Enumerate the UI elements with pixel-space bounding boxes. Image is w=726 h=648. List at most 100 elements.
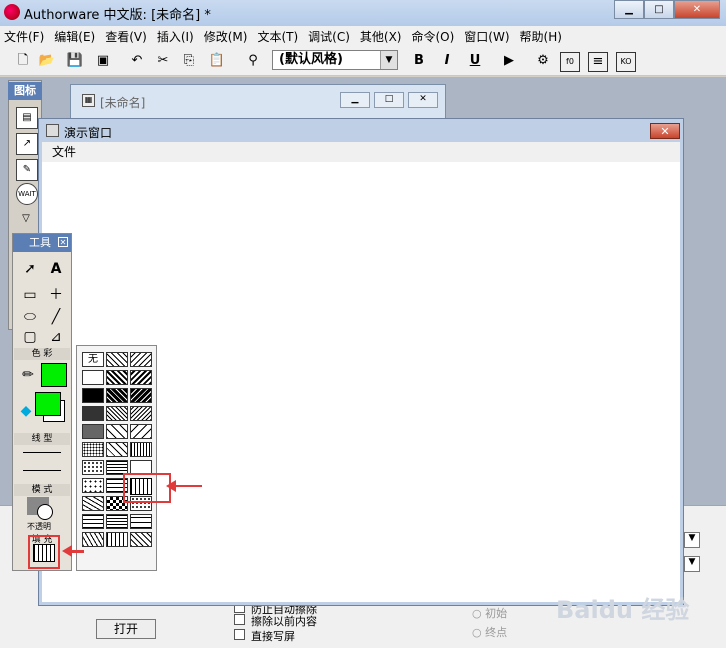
chevron-down-icon[interactable]: ▼	[684, 556, 700, 572]
app-title-bar: Authorware 中文版: [未命名] * ▁ □ ✕	[0, 0, 726, 26]
maximize-button[interactable]: □	[644, 0, 674, 19]
new-file-icon[interactable]: 🗋	[14, 52, 32, 70]
pattern-swatch[interactable]	[82, 388, 104, 403]
pattern-swatch[interactable]	[106, 532, 128, 547]
ellipse-tool-icon[interactable]: ⬭	[19, 306, 41, 328]
close-icon[interactable]: ✕	[58, 237, 68, 247]
pattern-swatch[interactable]	[82, 442, 104, 457]
import-icon[interactable]: ▣	[94, 52, 112, 70]
control-panel-icon[interactable]: ⚙	[534, 52, 552, 70]
checkbox-erase-previous[interactable]: 擦除以前内容	[234, 613, 317, 629]
pattern-palette: 无	[76, 345, 157, 571]
red-arrow-head-2	[62, 545, 72, 557]
pattern-swatch[interactable]	[130, 424, 152, 439]
current-fill-pattern[interactable]	[33, 544, 55, 562]
radio-end[interactable]: ○ 终点	[472, 624, 507, 640]
menu-window[interactable]: 窗口(W)	[464, 28, 509, 45]
menu-help[interactable]: 帮助(H)	[520, 28, 562, 45]
display-icon[interactable]: ▤	[16, 107, 38, 129]
flowline-icon: ▦	[82, 94, 95, 107]
menu-debug[interactable]: 调试(C)	[308, 28, 350, 45]
bold-button[interactable]: B	[410, 52, 428, 70]
menu-command[interactable]: 命令(O)	[411, 28, 454, 45]
authorware-logo-icon	[4, 4, 20, 20]
pattern-swatch[interactable]	[130, 514, 152, 529]
minimize-button[interactable]: ▁	[614, 0, 644, 19]
menu-other[interactable]: 其他(X)	[360, 28, 402, 45]
pattern-swatch[interactable]	[82, 460, 104, 475]
line-style-arrow[interactable]	[23, 470, 61, 471]
pattern-swatch[interactable]	[130, 532, 152, 547]
find-icon[interactable]: ⚲	[244, 52, 262, 70]
pattern-none[interactable]: 无	[82, 352, 104, 367]
open-button[interactable]: 打开	[96, 619, 156, 639]
chevron-down-icon[interactable]: ▼	[380, 51, 397, 69]
knowledge-objects-icon[interactable]: KO	[616, 52, 636, 72]
menu-bar: 文件(F) 编辑(E) 查看(V) 插入(I) 修改(M) 文本(T) 调试(C…	[0, 26, 726, 46]
menu-insert[interactable]: 插入(I)	[157, 28, 194, 45]
line-style-thin[interactable]	[23, 452, 61, 453]
pointer-tool-icon[interactable]: ➚	[19, 258, 41, 280]
pattern-swatch[interactable]	[106, 388, 128, 403]
rectangle-tool-icon[interactable]: ▭	[19, 284, 41, 306]
pattern-swatch[interactable]	[130, 388, 152, 403]
pattern-swatch[interactable]	[130, 406, 152, 421]
menu-text[interactable]: 文本(T)	[257, 28, 298, 45]
line-tool-icon[interactable]: ＋	[45, 284, 67, 306]
erase-icon[interactable]: ✎	[16, 159, 38, 181]
pattern-swatch[interactable]	[106, 514, 128, 529]
undo-icon[interactable]: ↶	[128, 52, 146, 70]
pattern-swatch[interactable]	[82, 514, 104, 529]
menu-edit[interactable]: 编辑(E)	[54, 28, 95, 45]
radio-initial[interactable]: ○ 初始	[472, 605, 507, 621]
chevron-down-icon[interactable]: ▼	[684, 532, 700, 548]
pattern-swatch[interactable]	[82, 370, 104, 385]
tools-panel: ➚ A ▭ ＋ ⬭ ╱ ▢ ⊿ 色 彩 ✏ ◆ 线 型 模 式 不透明 填 充	[12, 233, 72, 571]
line-style-section-label: 线 型	[14, 433, 70, 445]
pattern-swatch[interactable]	[82, 424, 104, 439]
rounded-rectangle-tool-icon[interactable]: ▢	[19, 326, 41, 348]
watermark: Baidu 经验	[556, 596, 690, 624]
stroke-color-swatch[interactable]	[41, 363, 67, 387]
copy-icon[interactable]: ⎘	[180, 52, 198, 70]
pattern-swatch[interactable]	[82, 478, 104, 493]
menu-modify[interactable]: 修改(M)	[204, 28, 248, 45]
minimize-button[interactable]: ▁	[340, 92, 370, 108]
pattern-swatch[interactable]	[106, 352, 128, 367]
animation-icon[interactable]: ↗	[16, 133, 38, 155]
variables-icon[interactable]: ≡	[588, 52, 608, 72]
pattern-swatch[interactable]	[82, 406, 104, 421]
checkbox-direct-to-screen[interactable]: 直接写屏	[234, 628, 295, 644]
cut-icon[interactable]: ✂	[154, 52, 172, 70]
pattern-swatch[interactable]	[130, 352, 152, 367]
open-file-icon[interactable]: 📂	[38, 52, 56, 70]
fill-color-swatch[interactable]	[35, 392, 61, 416]
pattern-swatch[interactable]	[130, 442, 152, 457]
navigate-icon[interactable]: ▽	[16, 209, 36, 229]
underline-button[interactable]: U	[466, 52, 484, 70]
polygon-tool-icon[interactable]: ⊿	[45, 326, 67, 348]
pattern-swatch[interactable]	[82, 532, 104, 547]
pattern-swatch[interactable]	[106, 442, 128, 457]
wait-icon[interactable]: WAIT	[16, 183, 38, 205]
save-all-icon[interactable]: 💾	[66, 52, 84, 70]
pattern-vertical-lines-selected[interactable]	[130, 478, 152, 495]
close-button[interactable]: ✕	[408, 92, 438, 108]
diagonal-line-tool-icon[interactable]: ╱	[45, 306, 67, 328]
close-button[interactable]: ✕	[674, 0, 720, 19]
presentation-menu-file[interactable]: 文件	[42, 142, 680, 162]
pattern-swatch[interactable]	[106, 406, 128, 421]
pattern-swatch[interactable]	[82, 496, 104, 511]
pattern-swatch[interactable]	[130, 370, 152, 385]
pattern-swatch[interactable]	[106, 424, 128, 439]
menu-view[interactable]: 查看(V)	[105, 28, 147, 45]
functions-icon[interactable]: f0	[560, 52, 580, 72]
text-tool-icon[interactable]: A	[45, 258, 67, 280]
pattern-swatch[interactable]	[106, 370, 128, 385]
menu-file[interactable]: 文件(F)	[4, 28, 44, 45]
paste-icon[interactable]: 📋	[208, 52, 226, 70]
italic-button[interactable]: I	[438, 52, 456, 70]
close-button[interactable]: ✕	[650, 123, 680, 139]
run-icon[interactable]: ▶	[500, 52, 518, 70]
maximize-button[interactable]: □	[374, 92, 404, 108]
